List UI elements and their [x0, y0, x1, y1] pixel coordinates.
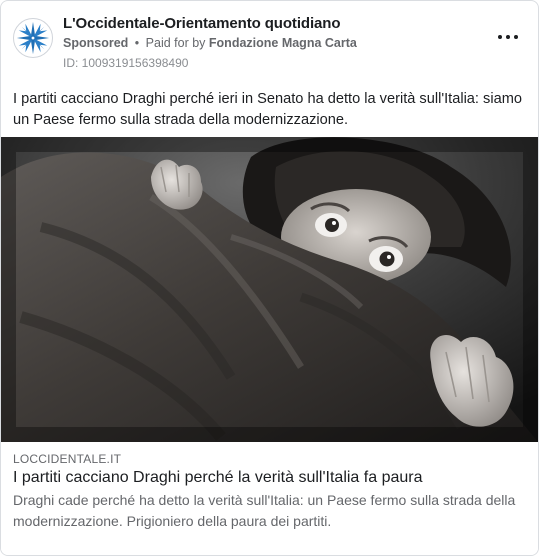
more-dot: [498, 35, 502, 39]
sponsor-line: Sponsored • Paid for by Fondazione Magna…: [63, 36, 357, 50]
ad-id: ID: 1009319156398490: [63, 56, 189, 70]
ad-card: L'Occidentale-Orientamento quotidiano Sp…: [0, 0, 539, 556]
link-domain: LOCCIDENTALE.IT: [13, 452, 122, 466]
compass-rose-icon: [14, 19, 52, 57]
more-dot: [514, 35, 518, 39]
paid-for-prefix: Paid for by: [145, 36, 206, 50]
payer-name[interactable]: Fondazione Magna Carta: [209, 36, 357, 50]
link-description: Draghi cade perché ha detto la verità su…: [13, 492, 516, 529]
link-preview[interactable]: LOCCIDENTALE.IT I partiti cacciano Dragh…: [1, 442, 538, 555]
more-options-icon[interactable]: [498, 31, 518, 43]
more-dot: [506, 35, 510, 39]
post-body-text: I partiti cacciano Draghi perché ieri in…: [13, 91, 522, 128]
frightened-person-under-blanket-image: [1, 137, 538, 442]
separator-dot: •: [134, 36, 140, 50]
post-image[interactable]: [1, 137, 538, 442]
sponsored-label: Sponsored: [63, 36, 129, 50]
page-name[interactable]: L'Occidentale-Orientamento quotidiano: [63, 15, 340, 32]
link-title[interactable]: I partiti cacciano Draghi perché la veri…: [13, 469, 422, 487]
post-header: L'Occidentale-Orientamento quotidiano Sp…: [13, 13, 526, 73]
page-avatar[interactable]: [13, 18, 53, 58]
